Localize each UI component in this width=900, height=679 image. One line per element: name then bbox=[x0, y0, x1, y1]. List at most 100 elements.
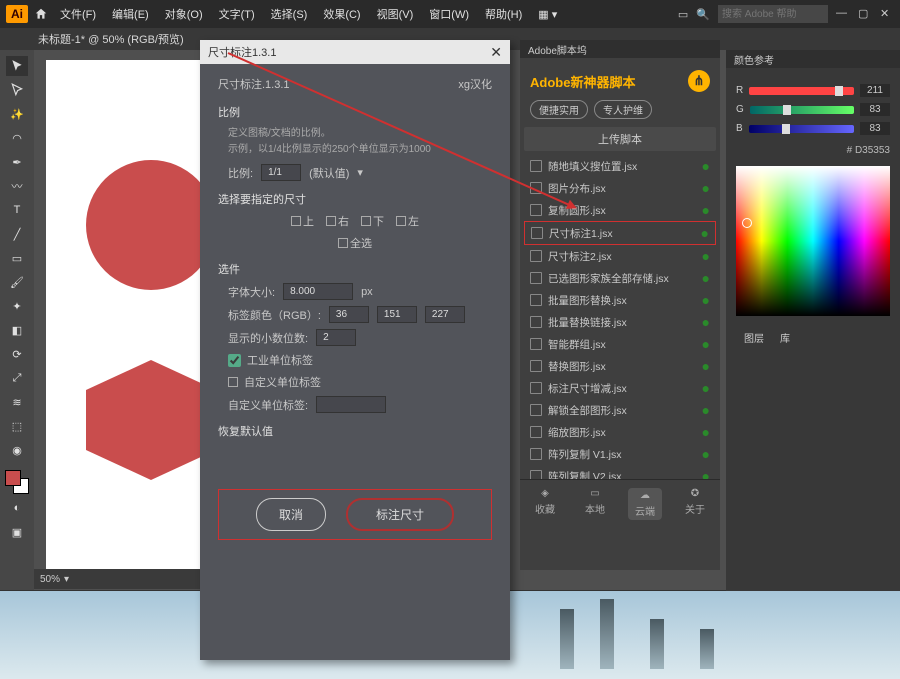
chk-custom-box[interactable] bbox=[228, 377, 238, 387]
r-value[interactable]: 211 bbox=[860, 84, 890, 97]
chk-industrial-box[interactable] bbox=[228, 354, 241, 367]
tab-layers[interactable]: 图层 bbox=[744, 330, 764, 345]
selection-tool-icon[interactable] bbox=[6, 56, 28, 76]
artboard[interactable] bbox=[46, 60, 206, 580]
script-item[interactable]: 智能群组.jsx● bbox=[524, 333, 716, 355]
menu-type[interactable]: 文字(T) bbox=[213, 6, 261, 22]
menu-help[interactable]: 帮助(H) bbox=[479, 6, 528, 22]
chk-all[interactable]: 全选 bbox=[338, 235, 372, 251]
upload-script-button[interactable]: 上传脚本 bbox=[524, 127, 716, 151]
menu-effect[interactable]: 效果(C) bbox=[317, 6, 366, 22]
custom-unit-input[interactable] bbox=[316, 396, 386, 413]
minimize-icon[interactable]: — bbox=[836, 7, 850, 21]
width-tool-icon[interactable]: ≋ bbox=[6, 392, 28, 412]
script-item[interactable]: 标注尺寸增减.jsx● bbox=[524, 377, 716, 399]
scale-tool-icon[interactable]: ⤢ bbox=[6, 368, 28, 388]
menu-window[interactable]: 窗口(W) bbox=[423, 6, 475, 22]
menu-control-icon[interactable]: ▦ ▾ bbox=[532, 8, 563, 21]
script-item[interactable]: 随地填义搜位置.jsx● bbox=[524, 155, 716, 177]
g-value[interactable]: 83 bbox=[860, 103, 890, 116]
chk-left[interactable]: 左 bbox=[396, 213, 419, 229]
b-value[interactable]: 83 bbox=[860, 122, 890, 135]
search-icon[interactable]: 🔍 bbox=[696, 8, 710, 21]
menu-edit[interactable]: 编辑(E) bbox=[106, 6, 155, 22]
script-item[interactable]: 尺寸标注2.jsx● bbox=[524, 245, 716, 267]
chk-top[interactable]: 上 bbox=[291, 213, 314, 229]
menu-object[interactable]: 对象(O) bbox=[159, 6, 209, 22]
wand-tool-icon[interactable]: ✨ bbox=[6, 104, 28, 124]
nav-about[interactable]: ✪关于 bbox=[678, 488, 712, 520]
screen-mode-icon[interactable]: ▣ bbox=[6, 522, 28, 542]
home-icon[interactable] bbox=[32, 5, 50, 23]
nav-fav[interactable]: ◈收藏 bbox=[528, 488, 562, 520]
rgb-r-input[interactable] bbox=[329, 306, 369, 323]
confirm-button[interactable]: 标注尺寸 bbox=[346, 498, 454, 531]
slider-red[interactable]: R 211 bbox=[736, 84, 890, 97]
shaper-tool-icon[interactable]: ✦ bbox=[6, 296, 28, 316]
script-item[interactable]: 批量图形替换.jsx● bbox=[524, 289, 716, 311]
close-icon[interactable]: ✕ bbox=[880, 7, 894, 21]
color-spectrum[interactable] bbox=[736, 166, 890, 316]
rgb-g-input[interactable] bbox=[377, 306, 417, 323]
spectrum-picker-ring[interactable] bbox=[742, 218, 752, 228]
eraser-tool-icon[interactable]: ◧ bbox=[6, 320, 28, 340]
decimals-input[interactable] bbox=[316, 329, 356, 346]
type-tool-icon[interactable]: T bbox=[6, 200, 28, 220]
pill-maintain[interactable]: 专人护维 bbox=[594, 100, 652, 119]
app-icon[interactable]: Ai bbox=[6, 5, 28, 23]
rectangle-tool-icon[interactable]: ▭ bbox=[6, 248, 28, 268]
maximize-icon[interactable]: ▢ bbox=[858, 7, 872, 21]
rgb-b-input[interactable] bbox=[425, 306, 465, 323]
curvature-tool-icon[interactable]: 〰 bbox=[6, 176, 28, 196]
script-item[interactable]: 阵列复制 V1.jsx● bbox=[524, 443, 716, 465]
search-input[interactable] bbox=[718, 5, 828, 23]
script-item[interactable]: 已选图形家族全部存储.jsx● bbox=[524, 267, 716, 289]
slider-track-red[interactable] bbox=[749, 87, 854, 95]
shape-hexagon[interactable] bbox=[86, 360, 216, 480]
chevron-down-icon[interactable]: ▾ bbox=[357, 166, 363, 179]
cancel-button[interactable]: 取消 bbox=[256, 498, 326, 531]
chk-bottom[interactable]: 下 bbox=[361, 213, 384, 229]
hex-value[interactable]: # D35353 bbox=[736, 141, 890, 160]
font-size-input[interactable] bbox=[283, 283, 353, 300]
zoom-value[interactable]: 50% bbox=[40, 574, 60, 585]
script-item[interactable]: 阵列复制 V2.jsx● bbox=[524, 465, 716, 479]
chk-right[interactable]: 右 bbox=[326, 213, 349, 229]
fill-stroke-swatch[interactable] bbox=[5, 470, 29, 494]
direct-select-tool-icon[interactable] bbox=[6, 80, 28, 100]
brush-tool-icon[interactable]: 🖌 bbox=[6, 272, 28, 292]
script-item[interactable]: 解锁全部图形.jsx● bbox=[524, 399, 716, 421]
chk-custom[interactable]: 自定义单位标签 bbox=[228, 374, 492, 390]
fill-swatch[interactable] bbox=[5, 470, 21, 486]
chevron-down-icon[interactable]: ▾ bbox=[64, 574, 69, 585]
pen-tool-icon[interactable]: ✒ bbox=[6, 152, 28, 172]
menu-select[interactable]: 选择(S) bbox=[265, 6, 314, 22]
pill-practical[interactable]: 便捷实用 bbox=[530, 100, 588, 119]
zoom-bar[interactable]: 50% ▾ bbox=[34, 569, 204, 589]
script-item[interactable]: 复制圆形.jsx● bbox=[524, 199, 716, 221]
rotate-tool-icon[interactable]: ⟳ bbox=[6, 344, 28, 364]
menu-file[interactable]: 文件(F) bbox=[54, 6, 102, 22]
nav-cloud[interactable]: ☁云端 bbox=[628, 488, 662, 520]
dialog-close-icon[interactable]: ✕ bbox=[490, 44, 502, 61]
chk-industrial[interactable]: 工业单位标签 bbox=[228, 352, 492, 368]
menu-view[interactable]: 视图(V) bbox=[371, 6, 420, 22]
slider-track-blue[interactable] bbox=[749, 125, 854, 133]
shape-builder-tool-icon[interactable]: ◉ bbox=[6, 440, 28, 460]
script-item[interactable]: 尺寸标注1.jsx● bbox=[524, 221, 716, 245]
scale-input[interactable] bbox=[261, 164, 301, 181]
script-panel-tab[interactable]: Adobe脚本坞 bbox=[520, 40, 720, 58]
shape-circle[interactable] bbox=[86, 160, 216, 290]
lasso-tool-icon[interactable]: ◠ bbox=[6, 128, 28, 148]
script-item[interactable]: 缩放图形.jsx● bbox=[524, 421, 716, 443]
color-mode-icon[interactable]: ◐ bbox=[6, 498, 28, 518]
tab-library[interactable]: 库 bbox=[780, 330, 790, 345]
nav-local[interactable]: ▭本地 bbox=[578, 488, 612, 520]
script-list[interactable]: 随地填义搜位置.jsx●图片分布.jsx●复制圆形.jsx●尺寸标注1.jsx●… bbox=[520, 151, 720, 479]
line-tool-icon[interactable]: ╱ bbox=[6, 224, 28, 244]
color-panel-tab[interactable]: 颜色参考 bbox=[726, 50, 900, 68]
slider-green[interactable]: G 83 bbox=[736, 103, 890, 116]
slider-track-green[interactable] bbox=[750, 106, 854, 114]
slider-blue[interactable]: B 83 bbox=[736, 122, 890, 135]
free-transform-tool-icon[interactable]: ⬚ bbox=[6, 416, 28, 436]
